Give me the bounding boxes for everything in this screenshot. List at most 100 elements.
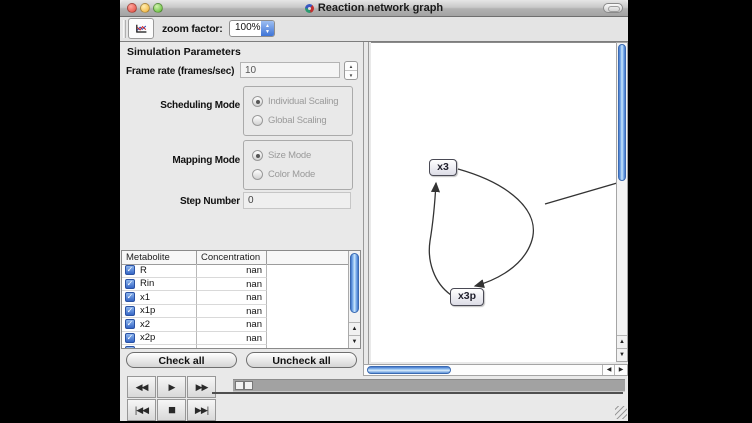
step-number-value: 0 [243, 192, 351, 209]
concentration-value: nan [197, 278, 267, 292]
scrollbar-thumb[interactable] [350, 253, 359, 313]
scroll-up-icon[interactable]: ▲ [617, 335, 627, 348]
radio-global-scaling[interactable]: Global Scaling [252, 115, 326, 126]
concentration-value: nan [197, 264, 267, 278]
toolbar-toggle-button[interactable] [603, 3, 623, 13]
toolbar-handle-icon [123, 20, 126, 38]
stepper-arrows-icon[interactable]: ▲▼ [261, 21, 274, 36]
resize-grip-icon[interactable] [615, 406, 627, 419]
plot-chart-button[interactable] [128, 18, 154, 39]
uncheck-all-button[interactable]: Uncheck all [246, 352, 357, 368]
simulation-parameters-header: Simulation Parameters [127, 46, 241, 58]
timeline-slider[interactable] [233, 379, 625, 392]
frame-rate-stepper[interactable]: ▲ ▼ [344, 61, 358, 80]
title-wrap: Reaction network graph [120, 0, 628, 16]
concentration-value: nan [197, 318, 267, 332]
zoom-factor-label: zoom factor: [162, 17, 223, 41]
skip-to-start-button[interactable]: |◀◀ [127, 399, 156, 421]
radio-label: Size Mode [268, 150, 311, 161]
row-checkbox[interactable]: ✓ [125, 306, 135, 316]
radio-individual-scaling[interactable]: Individual Scaling [252, 96, 338, 107]
stepper-down-icon[interactable]: ▼ [345, 71, 357, 79]
radio-size-mode[interactable]: Size Mode [252, 150, 311, 161]
screenshot-stage: Reaction network graph zoom factor: 100%… [0, 0, 752, 423]
radio-selected-icon[interactable] [252, 96, 263, 107]
rewind-button[interactable]: ◀◀ [127, 376, 156, 398]
edge-x3-to-x3p [458, 169, 533, 286]
mapping-mode-label: Mapping Mode [126, 155, 240, 166]
edge-x3p-to-x3 [429, 183, 451, 295]
row-checkbox[interactable]: ✓ [125, 319, 135, 329]
graph-vertical-scrollbar[interactable]: ▲ ▼ [616, 42, 628, 362]
reaction-network-window: Reaction network graph zoom factor: 100%… [120, 0, 628, 421]
metabolite-table-body: ✓Rnan✓Rinnan✓x1nan✓x1pnan✓x2nan✓x2pnan✓ [122, 264, 348, 348]
metabolite-name: x1 [140, 292, 150, 303]
stepper-up-icon[interactable]: ▲ [345, 62, 357, 71]
graph-canvas[interactable]: x3 x3p [371, 42, 616, 362]
concentration-value: nan [197, 291, 267, 305]
scroll-down-icon[interactable]: ▼ [349, 335, 360, 348]
edge-offscreen [545, 183, 616, 204]
table-row[interactable]: ✓ x1 nan [122, 291, 348, 305]
scrollbar-arrows: ▲ ▼ [617, 335, 627, 361]
row-checkbox[interactable]: ✓ [125, 292, 135, 302]
toolbar: zoom factor: 100% ▲▼ [120, 17, 628, 42]
scroll-down-icon[interactable]: ▼ [617, 348, 627, 361]
radio-label: Color Mode [268, 169, 315, 180]
slider-thumb[interactable] [244, 381, 253, 390]
frame-rate-label: Frame rate (frames/sec) [126, 66, 234, 77]
split-pane-divider[interactable] [361, 42, 371, 376]
scrollbar-thumb[interactable] [618, 44, 626, 181]
skip-to-end-button[interactable]: ▶▶| [187, 399, 216, 421]
slider-thumb[interactable] [235, 381, 244, 390]
scrollbar-arrows: ▲ ▼ [349, 322, 360, 348]
concentration-value [197, 345, 267, 348]
table-row[interactable]: ✓ x2 nan [122, 318, 348, 332]
column-header-concentration[interactable]: Concentration [197, 251, 267, 264]
table-vertical-scrollbar[interactable]: ▲ ▼ [348, 251, 360, 348]
scroll-right-icon[interactable]: ▶ [614, 365, 627, 375]
play-button[interactable]: ▶ [157, 376, 186, 398]
graph-node-x3p[interactable]: x3p [450, 288, 484, 306]
row-checkbox[interactable]: ✓ [125, 346, 135, 348]
chart-icon [135, 21, 147, 37]
graph-horizontal-scrollbar[interactable]: ◀ ▶ [363, 364, 628, 376]
metabolite-name: Rin [140, 278, 154, 289]
table-header: Metabolite Concentration [122, 251, 348, 265]
scheduling-mode-label: Scheduling Mode [126, 100, 240, 111]
stop-button[interactable]: ■ [157, 399, 186, 421]
radio-label: Global Scaling [268, 115, 326, 126]
row-checkbox[interactable]: ✓ [125, 265, 135, 275]
row-checkbox[interactable]: ✓ [125, 279, 135, 289]
table-row[interactable]: ✓x2pnan [122, 332, 348, 346]
titlebar[interactable]: Reaction network graph [120, 0, 628, 17]
zoom-factor-value: 100% [235, 22, 261, 33]
radio-unselected-icon[interactable] [252, 115, 263, 126]
radio-unselected-icon[interactable] [252, 169, 263, 180]
graph-edges [371, 43, 616, 362]
frame-rate-input[interactable]: 10 [240, 62, 340, 78]
mapping-mode-group: Size Mode Color Mode [243, 140, 353, 190]
window-title: Reaction network graph [318, 2, 443, 14]
row-checkbox[interactable]: ✓ [125, 333, 135, 343]
table-row[interactable]: ✓ x1p nan [122, 305, 348, 319]
metabolite-name: x2p [140, 332, 155, 343]
scroll-up-icon[interactable]: ▲ [349, 322, 360, 335]
radio-color-mode[interactable]: Color Mode [252, 169, 315, 180]
concentration-value: nan [197, 305, 267, 319]
table-row[interactable]: ✓ [122, 345, 348, 348]
zoom-factor-stepper[interactable]: 100% ▲▼ [229, 20, 275, 37]
fast-forward-button[interactable]: ▶▶ [187, 376, 216, 398]
scrollbar-thumb[interactable] [367, 366, 451, 374]
metabolite-name: x1p [140, 305, 155, 316]
table-row[interactable]: ✓ Rin nan [122, 278, 348, 292]
radio-selected-icon[interactable] [252, 150, 263, 161]
table-row[interactable]: ✓Rnan [122, 264, 348, 278]
metabolite-name: x2 [140, 319, 150, 330]
column-header-metabolite[interactable]: Metabolite [122, 251, 197, 264]
scheduling-mode-group: Individual Scaling Global Scaling [243, 86, 353, 136]
graph-node-x3[interactable]: x3 [429, 159, 457, 176]
metabolite-table: Metabolite Concentration ✓Rnan✓Rinnan✓x1… [121, 250, 361, 349]
check-all-button[interactable]: Check all [126, 352, 237, 368]
app-icon [305, 4, 314, 13]
